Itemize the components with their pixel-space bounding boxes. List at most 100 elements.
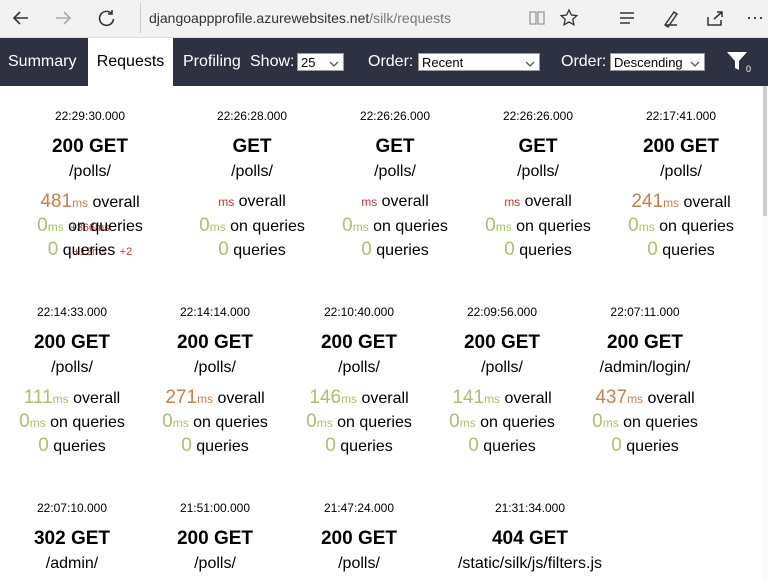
queries-count: 0 bbox=[181, 435, 192, 456]
request-card[interactable]: 22:29:30.000 200 GET /polls/ 481ms overa… bbox=[20, 108, 160, 262]
filter-button[interactable]: 0 bbox=[726, 50, 756, 78]
request-time: 22:29:30.000 bbox=[54, 109, 126, 123]
queries-time: 0 bbox=[628, 215, 639, 236]
request-status: 302 GET bbox=[33, 528, 111, 549]
ms-unit: ms bbox=[209, 220, 226, 234]
show-select[interactable]: 25 bbox=[297, 53, 344, 71]
request-card[interactable]: 22:26:26.000 GET /polls/ ms overall 0ms … bbox=[468, 108, 608, 262]
queries-count: 0 bbox=[361, 239, 372, 260]
order-direction-select[interactable]: Descending bbox=[610, 53, 705, 71]
request-card[interactable]: 21:31:34.000 404 GET /static/silk/js/fil… bbox=[440, 500, 620, 574]
chevron-down-icon bbox=[329, 56, 339, 74]
overall-label: overall bbox=[520, 193, 572, 210]
browser-toolbar: djangoappprofile.azurewebsites.net/silk/… bbox=[0, 0, 768, 38]
queries-time: 0 bbox=[449, 411, 460, 432]
show-label: Show: bbox=[250, 53, 295, 70]
on-queries-label: on queries bbox=[368, 218, 448, 235]
address-bar[interactable]: djangoappprofile.azurewebsites.net/silk/… bbox=[140, 3, 529, 33]
request-status: 404 GET bbox=[491, 528, 569, 549]
queries-time: 0 bbox=[199, 215, 210, 236]
request-path: /polls/ bbox=[194, 359, 236, 376]
order-direction-label: Order: bbox=[561, 53, 607, 70]
scrollbar[interactable] bbox=[762, 86, 768, 581]
overall-label: overall bbox=[679, 194, 731, 211]
ms-unit: ms bbox=[316, 416, 333, 430]
order-value: Recent bbox=[422, 55, 464, 70]
request-card[interactable]: 21:47:24.000 200 GET /polls/ bbox=[289, 500, 429, 574]
request-path: /polls/ bbox=[194, 555, 236, 572]
on-queries-label: on queries bbox=[45, 414, 125, 431]
request-card[interactable]: 22:09:56.000 200 GET /polls/ 141ms overa… bbox=[432, 304, 572, 458]
request-card[interactable]: 22:14:14.000 200 GET /polls/ 271ms overa… bbox=[145, 304, 285, 458]
request-path: /polls/ bbox=[338, 359, 380, 376]
ms-unit: ms bbox=[459, 416, 476, 430]
order-label: Order: bbox=[368, 53, 414, 70]
ms-unit: ms bbox=[218, 195, 235, 209]
request-time: 22:14:33.000 bbox=[36, 305, 108, 319]
overall-time: 111 bbox=[23, 387, 53, 408]
overall-label: overall bbox=[377, 193, 429, 210]
request-time: 22:07:11.000 bbox=[610, 305, 680, 319]
ms-unit: ms bbox=[197, 392, 214, 406]
tab-requests[interactable]: Requests bbox=[88, 38, 173, 86]
chevron-down-icon bbox=[690, 56, 700, 74]
ms-unit: ms bbox=[484, 392, 501, 406]
ms-unit: ms bbox=[352, 220, 369, 234]
scrollbar-thumb[interactable] bbox=[763, 86, 767, 216]
overall-label: overall bbox=[88, 194, 140, 211]
ms-unit: ms bbox=[627, 392, 644, 406]
ms-unit: ms bbox=[29, 416, 46, 430]
refresh-icon[interactable] bbox=[92, 3, 122, 33]
chevron-down-icon bbox=[525, 56, 535, 74]
request-time: 21:51:00.000 bbox=[179, 501, 251, 515]
request-card[interactable]: 22:17:41.000 200 GET /polls/ 241ms overa… bbox=[611, 108, 751, 262]
overall-label: overall bbox=[213, 390, 265, 407]
tab-summary[interactable]: Summary bbox=[0, 38, 84, 86]
queries-time: 0 bbox=[485, 215, 496, 236]
queries-count: 0 bbox=[468, 435, 479, 456]
request-status: 200 GET bbox=[463, 332, 541, 353]
show-value: 25 bbox=[301, 55, 316, 70]
on-queries-label: on queries bbox=[332, 414, 412, 431]
queries-count-delta: +2 bbox=[119, 246, 133, 258]
request-card[interactable]: 22:26:26.000 GET /polls/ ms overall 0ms … bbox=[325, 108, 465, 262]
overall-label: overall bbox=[500, 390, 552, 407]
request-path: /polls/ bbox=[51, 359, 93, 376]
request-time: 21:31:34.000 bbox=[494, 501, 566, 515]
forward-icon[interactable] bbox=[48, 3, 78, 33]
request-status: GET bbox=[232, 136, 272, 157]
request-status: 200 GET bbox=[33, 332, 111, 353]
request-time: 22:26:28.000 bbox=[216, 109, 288, 123]
request-card[interactable]: 21:51:00.000 200 GET /polls/ bbox=[145, 500, 285, 574]
ms-unit: ms bbox=[504, 195, 521, 209]
request-card[interactable]: 22:26:28.000 GET /polls/ ms overall 0ms … bbox=[182, 108, 322, 262]
request-path: /polls/ bbox=[231, 163, 273, 180]
request-time: 22:26:26.000 bbox=[359, 109, 431, 123]
request-status: 200 GET bbox=[176, 528, 254, 549]
queries-time: 0 bbox=[592, 411, 603, 432]
request-card[interactable]: 22:14:33.000 200 GET /polls/ 111ms overa… bbox=[2, 304, 142, 458]
back-icon[interactable] bbox=[6, 3, 36, 33]
request-card[interactable]: 22:10:40.000 200 GET /polls/ 146ms overa… bbox=[289, 304, 429, 458]
order-select[interactable]: Recent bbox=[418, 53, 540, 71]
queries-label: queries bbox=[514, 242, 572, 259]
overall-label: overall bbox=[357, 390, 409, 407]
ms-unit: ms bbox=[52, 392, 69, 406]
request-card[interactable]: 22:07:11.000 200 GET /admin/login/ 437ms… bbox=[575, 304, 715, 458]
tab-profiling[interactable]: Profiling bbox=[175, 38, 249, 86]
url-host: djangoappprofile.azurewebsites.net bbox=[149, 10, 370, 26]
queries-label: queries bbox=[335, 438, 393, 455]
queries-count: 0 bbox=[647, 239, 658, 260]
hub-icon[interactable] bbox=[612, 3, 642, 33]
order-direction-value: Descending bbox=[614, 55, 683, 70]
more-icon[interactable]: ⋯ bbox=[740, 3, 768, 33]
reading-view-icon[interactable] bbox=[522, 3, 552, 33]
web-note-icon[interactable] bbox=[656, 3, 686, 33]
share-icon[interactable] bbox=[700, 3, 730, 33]
on-queries-label: on queries bbox=[225, 218, 305, 235]
request-card[interactable]: 22:07:10.000 302 GET /admin/ bbox=[2, 500, 142, 574]
favorite-star-icon[interactable] bbox=[554, 3, 584, 33]
queries-count: 0 bbox=[38, 435, 49, 456]
request-path: /static/silk/js/filters.js bbox=[457, 555, 602, 572]
queries-label: queries bbox=[621, 438, 679, 455]
